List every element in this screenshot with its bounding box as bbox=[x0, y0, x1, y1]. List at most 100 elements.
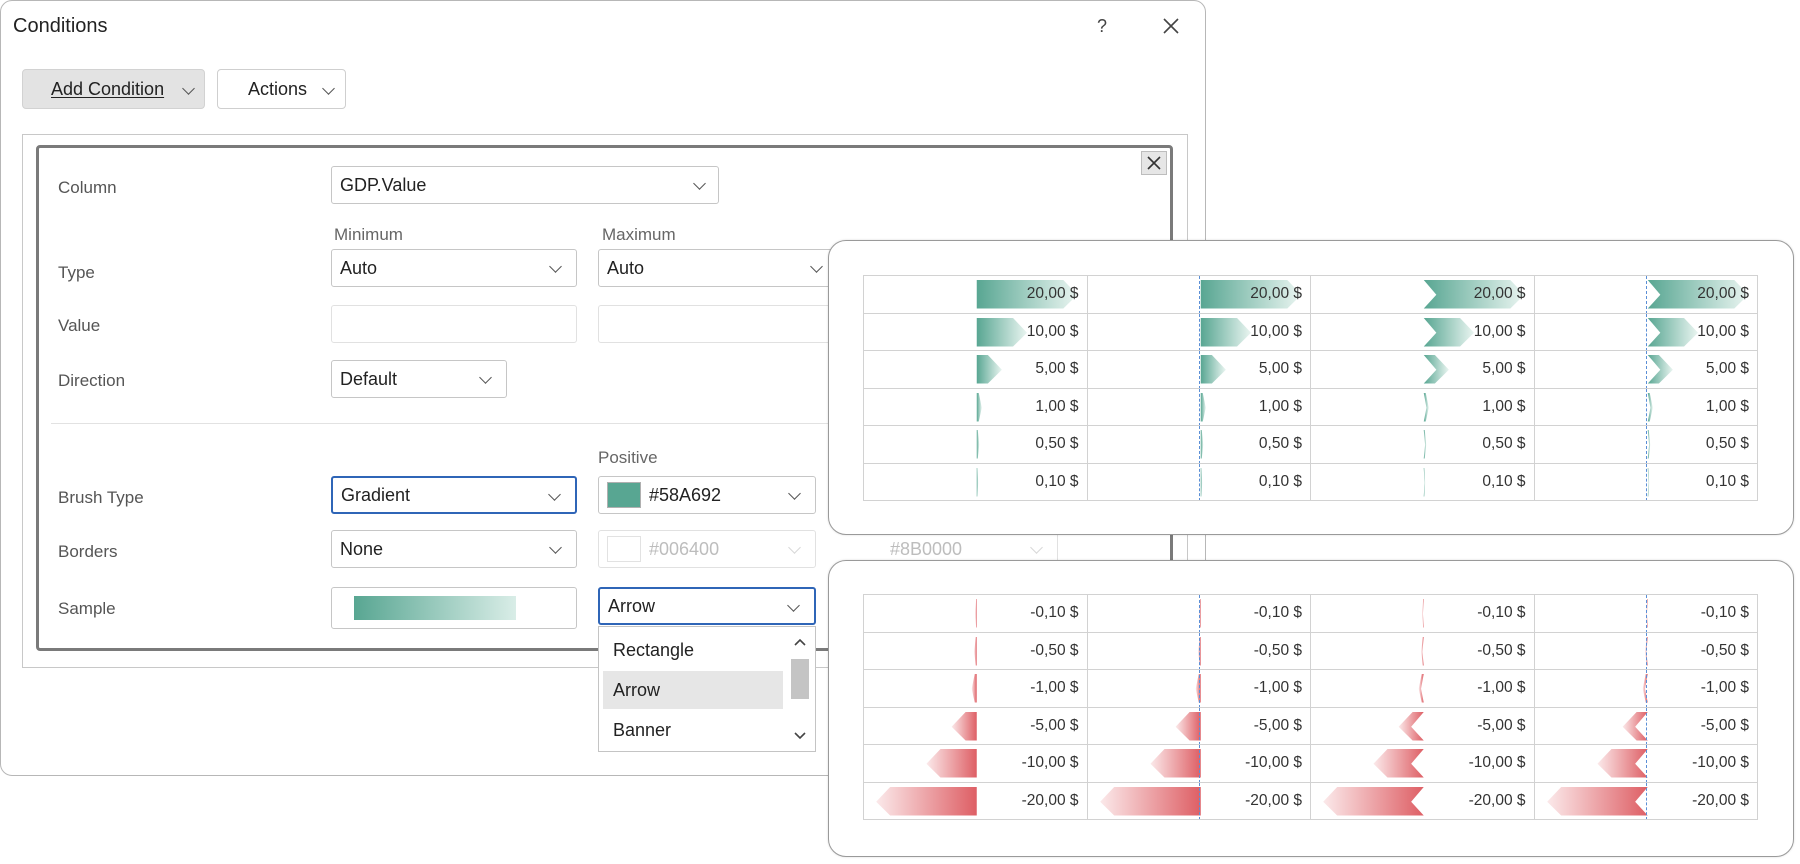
zero-axis-line bbox=[1646, 276, 1648, 313]
preview-cell: -10,00 $ bbox=[864, 745, 1088, 783]
preview-value: 20,00 $ bbox=[1026, 285, 1079, 302]
shape-option-rectangle[interactable]: Rectangle bbox=[603, 631, 783, 669]
preview-cell: 10,00 $ bbox=[1534, 313, 1758, 351]
negative-preview-grid: -0,10 $ -0,50 $ -1,00 $ -5,00 $ -10,00 $ -20,… bbox=[863, 594, 1758, 820]
column-select[interactable]: GDP.Value bbox=[331, 166, 719, 204]
preview-value: -1,00 $ bbox=[1030, 679, 1079, 696]
type-minimum-select[interactable]: Auto bbox=[331, 249, 577, 287]
preview-cell: -1,00 $ bbox=[864, 670, 1088, 708]
preview-value: -5,00 $ bbox=[1700, 716, 1749, 734]
preview-value: 5,00 $ bbox=[1482, 360, 1526, 377]
sample-gradient-bar bbox=[354, 596, 516, 620]
border-positive-color-picker[interactable]: #006400 bbox=[598, 530, 816, 568]
preview-cell: 0,10 $ bbox=[1534, 463, 1758, 501]
chevron-down-icon bbox=[549, 260, 562, 273]
preview-cell: -20,00 $ bbox=[1534, 782, 1758, 820]
preview-value: 0,50 $ bbox=[1258, 435, 1302, 452]
preview-value: 1,00 $ bbox=[1705, 397, 1749, 415]
preview-value: 20,00 $ bbox=[1250, 285, 1302, 302]
direction-select[interactable]: Default bbox=[331, 360, 507, 398]
shape-option-arrow[interactable]: Arrow bbox=[603, 671, 783, 709]
preview-cell: -0,10 $ bbox=[1087, 595, 1311, 633]
preview-cell: -0,10 $ bbox=[1311, 595, 1535, 633]
preview-value: -1,00 $ bbox=[1477, 679, 1526, 696]
preview-value: 20,00 $ bbox=[1697, 285, 1749, 302]
positive-color-value: #58A692 bbox=[649, 484, 722, 505]
preview-cell: 20,00 $ bbox=[864, 276, 1088, 314]
preview-cell: 20,00 $ bbox=[1311, 276, 1535, 314]
border-negative-color-value: #8B0000 bbox=[890, 538, 963, 559]
type-maximum-value: Auto bbox=[607, 257, 645, 278]
preview-cell: 5,00 $ bbox=[1311, 351, 1535, 389]
close-dialog-button[interactable] bbox=[1151, 9, 1191, 43]
positive-color-picker[interactable]: #58A692 bbox=[598, 476, 816, 514]
type-maximum-select[interactable]: Auto bbox=[598, 249, 838, 287]
preview-cell: -20,00 $ bbox=[1311, 782, 1535, 820]
preview-cell: -0,50 $ bbox=[1534, 632, 1758, 670]
preview-value: 0,50 $ bbox=[1035, 435, 1079, 452]
zero-axis-line bbox=[1646, 782, 1648, 820]
zero-axis-line bbox=[1199, 745, 1201, 782]
preview-cell: -5,00 $ bbox=[864, 707, 1088, 745]
preview-cell: 20,00 $ bbox=[1087, 276, 1311, 314]
preview-cell: 1,00 $ bbox=[1087, 388, 1311, 426]
borders-label: Borders bbox=[58, 542, 118, 561]
remove-condition-button[interactable] bbox=[1141, 151, 1167, 175]
zero-axis-line bbox=[1646, 707, 1648, 745]
preview-cell: 1,00 $ bbox=[1311, 388, 1535, 426]
zero-axis-line bbox=[1199, 276, 1201, 313]
scrollbar-thumb bbox=[791, 659, 809, 699]
zero-axis-line bbox=[1199, 707, 1201, 745]
preview-value: 5,00 $ bbox=[1035, 360, 1079, 377]
preview-cell: 0,50 $ bbox=[864, 426, 1088, 464]
preview-value: -10,00 $ bbox=[1245, 754, 1302, 771]
zero-axis-line bbox=[1646, 670, 1648, 707]
preview-value: -0,50 $ bbox=[1030, 641, 1079, 659]
value-minimum-input[interactable] bbox=[331, 305, 577, 343]
preview-cell: 0,10 $ bbox=[864, 463, 1088, 501]
preview-value: 0,10 $ bbox=[1705, 472, 1749, 490]
zero-axis-line bbox=[1199, 388, 1201, 426]
zero-axis-line bbox=[1646, 388, 1648, 426]
zero-axis-line bbox=[1199, 351, 1201, 388]
brush-type-select[interactable]: Gradient bbox=[331, 476, 577, 514]
sample-preview bbox=[331, 587, 577, 629]
value-maximum-input[interactable] bbox=[598, 305, 838, 343]
chevron-down-icon bbox=[479, 371, 492, 384]
shape-select[interactable]: Arrow bbox=[598, 587, 816, 625]
preview-value: 1,00 $ bbox=[1258, 397, 1302, 415]
preview-value: -20,00 $ bbox=[1468, 791, 1526, 809]
preview-value: -10,00 $ bbox=[1021, 754, 1079, 771]
value-label: Value bbox=[58, 316, 101, 335]
chevron-down-icon bbox=[548, 488, 561, 501]
borders-select[interactable]: None bbox=[331, 530, 577, 568]
type-label: Type bbox=[58, 263, 95, 282]
chevron-down-icon bbox=[788, 541, 801, 554]
preview-value: 10,00 $ bbox=[1250, 322, 1302, 340]
sample-label: Sample bbox=[58, 599, 116, 618]
preview-cell: 1,00 $ bbox=[864, 388, 1088, 426]
help-button[interactable]: ? bbox=[1082, 9, 1122, 43]
dropdown-scrollbar[interactable] bbox=[787, 629, 813, 749]
preview-value: -0,50 $ bbox=[1253, 641, 1302, 659]
actions-button[interactable]: Actions bbox=[217, 69, 346, 109]
preview-cell: -10,00 $ bbox=[1311, 745, 1535, 783]
preview-value: -10,00 $ bbox=[1692, 754, 1749, 771]
chevron-down-icon bbox=[810, 260, 823, 273]
chevron-down-icon bbox=[322, 82, 335, 95]
preview-cell: -5,00 $ bbox=[1087, 707, 1311, 745]
preview-value: -0,10 $ bbox=[1253, 604, 1302, 621]
preview-cell: -0,50 $ bbox=[1087, 632, 1311, 670]
preview-value: -0,10 $ bbox=[1030, 604, 1079, 621]
preview-cell: -5,00 $ bbox=[1534, 707, 1758, 745]
zero-axis-line bbox=[1199, 463, 1201, 501]
preview-cell: 5,00 $ bbox=[1534, 351, 1758, 389]
preview-cell: 5,00 $ bbox=[1087, 351, 1311, 389]
preview-cell: -10,00 $ bbox=[1534, 745, 1758, 783]
preview-value: -0,50 $ bbox=[1477, 641, 1526, 659]
preview-value: -0,10 $ bbox=[1477, 604, 1526, 621]
shape-value: Arrow bbox=[608, 595, 656, 616]
add-condition-button[interactable]: Add Condition bbox=[22, 69, 205, 109]
shape-option-banner[interactable]: Banner bbox=[603, 711, 783, 749]
column-value: GDP.Value bbox=[340, 174, 427, 195]
